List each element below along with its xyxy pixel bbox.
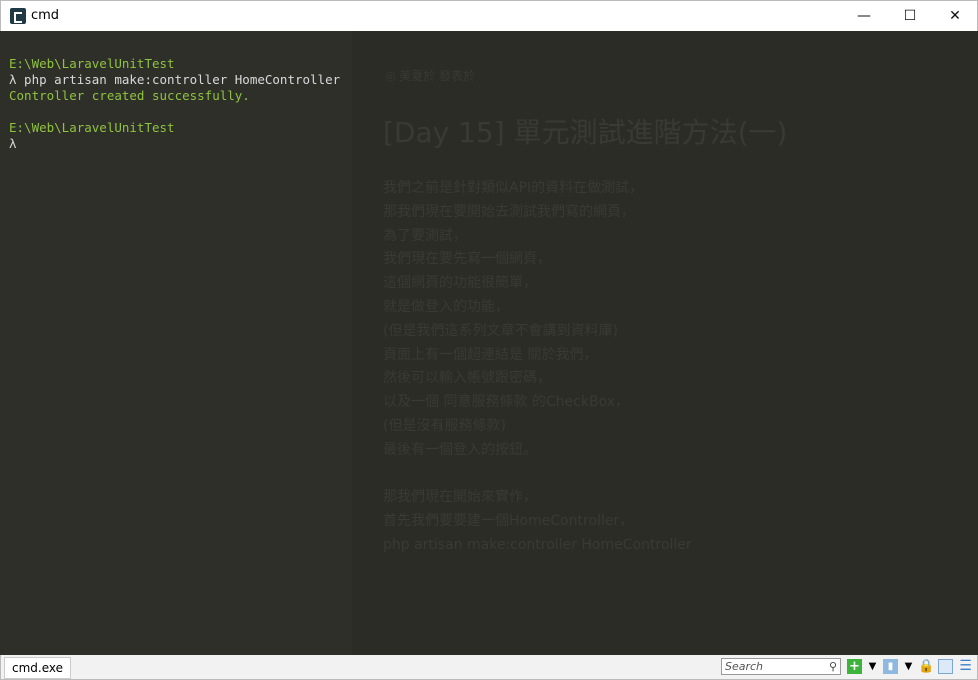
search-icon: ⚲ <box>828 660 837 673</box>
ghost-line: 然後可以輸入帳號跟密碼， <box>383 370 551 387</box>
ghost-body: 我們之前是針對類似API的資料在做測試， 那我們現在要開始去測試我們寫的網頁， 為了… <box>383 177 692 558</box>
ghost-line: 為了要測試， <box>383 227 467 244</box>
window-title: cmd <box>31 8 60 23</box>
ghost-line: (但是沒有服務條款) <box>383 417 506 434</box>
menu-icon[interactable]: ☰ <box>958 659 973 674</box>
terminal-line: λ php artisan make:controller HomeContro… <box>9 72 341 87</box>
search-input[interactable]: Search ⚲ <box>721 658 841 675</box>
terminal-line: λ <box>9 136 17 151</box>
terminal-line: Controller created successfully. <box>9 88 250 103</box>
minimize-button[interactable]: — <box>841 1 887 32</box>
ghost-line: 那我們現在開始來實作， <box>383 489 537 506</box>
terminal-output: E:\Web\LaravelUnitTest λ php artisan make… <box>9 56 340 152</box>
search-placeholder: Search <box>725 660 764 673</box>
add-console-icon[interactable]: + <box>847 659 862 674</box>
title-bar: cmd — ☐ ✕ <box>0 0 978 31</box>
ghost-author: ◎ 美夏於 發表於 <box>385 69 476 83</box>
dropdown-icon[interactable]: ▼ <box>865 659 880 674</box>
split-view-icon[interactable] <box>938 659 953 674</box>
cmder-icon <box>10 8 26 24</box>
maximize-button[interactable]: ☐ <box>887 1 933 32</box>
status-bar: cmd.exe Search ⚲ + ▼ ▮ ▼ 🔒 ☰ <box>0 655 978 680</box>
ghost-line: 我們現在要先寫一個網頁， <box>383 251 551 268</box>
ghost-line: php artisan make:controller HomeControll… <box>383 536 692 553</box>
tab-icon[interactable]: ▮ <box>883 659 898 674</box>
ghost-line <box>383 463 692 487</box>
tab-cmd-exe[interactable]: cmd.exe <box>4 657 71 679</box>
ghost-line: 就是做登入的功能， <box>383 298 509 315</box>
lock-icon[interactable]: 🔒 <box>918 659 934 674</box>
dropdown-icon[interactable]: ▼ <box>901 659 916 674</box>
ghost-line: (但是我們這系列文章不會講到資料庫) <box>383 322 618 339</box>
ghost-line: 那我們現在要開始去測試我們寫的網頁， <box>383 203 635 220</box>
ghost-line: 我們之前是針對類似API的資料在做測試， <box>383 180 644 196</box>
ghost-title: [Day 15] 單元測試進階方法(一) <box>383 116 788 149</box>
terminal-line: E:\Web\LaravelUnitTest <box>9 120 175 135</box>
close-button[interactable]: ✕ <box>932 1 978 32</box>
ghost-line: 這個網頁的功能很簡單， <box>383 275 537 292</box>
ghost-line: 最後有一個登入的按鈕。 <box>383 441 537 458</box>
console-area[interactable]: ◎ 美夏於 發表於 [Day 15] 單元測試進階方法(一) 我們之前是針對類似… <box>0 31 978 655</box>
ghost-line: 首先我們要要建一個HomeController， <box>383 513 634 530</box>
ghost-line: 頁面上有一個超連結是 關於我們， <box>383 346 598 363</box>
terminal-line: E:\Web\LaravelUnitTest <box>9 56 175 71</box>
ghost-line: 以及一個 同意服務條款 的CheckBox， <box>383 394 629 411</box>
